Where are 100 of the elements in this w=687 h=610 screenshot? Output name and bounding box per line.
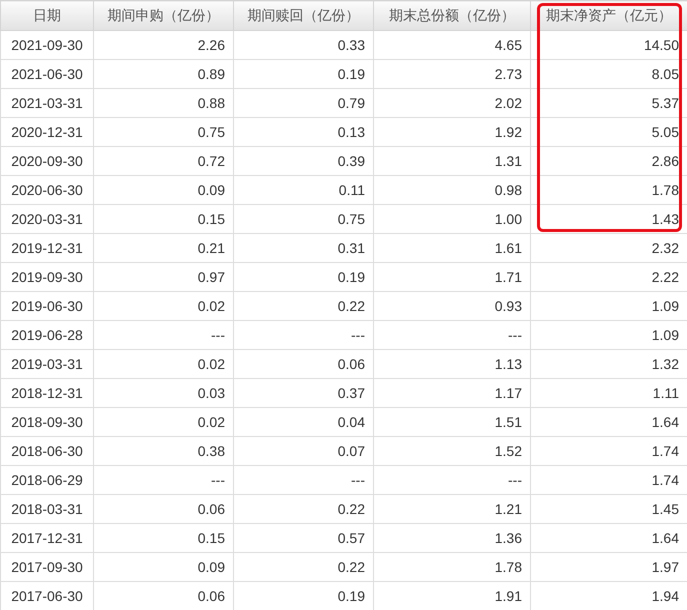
table-cell: 0.79 xyxy=(338,95,365,111)
table-cell: 1.91 xyxy=(494,588,522,604)
table-cell: 0.72 xyxy=(198,153,225,169)
column-header: 期末净资产（亿元） xyxy=(546,6,672,22)
table-cell: --- xyxy=(351,327,365,343)
table-cell: 0.93 xyxy=(494,298,522,314)
table-cell: 1.71 xyxy=(494,269,522,285)
table-cell: 1.09 xyxy=(652,298,679,314)
table-cell: 1.09 xyxy=(652,327,679,343)
table-cell: 2021-06-30 xyxy=(11,66,83,82)
table-cell: 2019-09-30 xyxy=(11,269,83,285)
table-cell: 2018-06-29 xyxy=(11,472,83,488)
table-cell: 2018-06-30 xyxy=(11,443,83,459)
table-cell: 0.19 xyxy=(338,588,365,604)
table-cell: 0.38 xyxy=(198,443,225,459)
column-header: 期末总份额（亿份） xyxy=(389,6,515,22)
table-cell: 2021-09-30 xyxy=(11,37,83,53)
table-cell: 2019-12-31 xyxy=(11,240,83,256)
table-cell: 0.33 xyxy=(338,37,365,53)
table-cell: 1.11 xyxy=(652,385,679,401)
table-cell: 2020-12-31 xyxy=(11,124,83,140)
table-cell: 1.97 xyxy=(652,559,679,575)
table-cell: 0.75 xyxy=(338,211,365,227)
table-cell: 2017-09-30 xyxy=(11,559,83,575)
table-cell: --- xyxy=(351,472,365,488)
table-cell: 0.04 xyxy=(338,414,365,430)
table-cell: 1.64 xyxy=(652,530,679,546)
table-cell: 0.07 xyxy=(338,443,365,459)
table-cell: 0.06 xyxy=(198,501,225,517)
table-cell: 8.05 xyxy=(652,66,679,82)
table-cell: 1.78 xyxy=(494,559,522,575)
table-cell: 0.88 xyxy=(198,95,225,111)
table-cell: --- xyxy=(508,472,522,488)
table-cell: 14.50 xyxy=(644,37,679,53)
table-cell: 1.17 xyxy=(494,385,522,401)
table-cell: 0.21 xyxy=(198,240,225,256)
table-cell: 0.22 xyxy=(338,501,365,517)
table-cell: 0.19 xyxy=(338,269,365,285)
table-cell: 1.43 xyxy=(652,211,679,227)
table-cell: 1.00 xyxy=(494,211,522,227)
table-cell: --- xyxy=(211,472,225,488)
table-cell: 1.36 xyxy=(494,530,522,546)
table-cell: 2020-06-30 xyxy=(11,182,83,198)
table-cell: 1.13 xyxy=(494,356,522,372)
column-header: 期间赎回（亿份） xyxy=(248,6,360,22)
table-cell: 4.65 xyxy=(494,37,522,53)
table-cell: 0.15 xyxy=(198,530,225,546)
table-cell: 2.32 xyxy=(652,240,679,256)
table-cell: 0.09 xyxy=(198,559,225,575)
table-cell: 1.21 xyxy=(494,501,522,517)
table-cell: 0.06 xyxy=(198,588,225,604)
table-cell: --- xyxy=(508,327,522,343)
table-cell: 2.26 xyxy=(198,37,225,53)
table-cell: 5.05 xyxy=(652,124,679,140)
table-cell: 2018-09-30 xyxy=(11,414,83,430)
table-cell: 2017-06-30 xyxy=(11,588,83,604)
column-header: 期间申购（亿份） xyxy=(108,6,220,22)
table-cell: 2.73 xyxy=(494,66,522,82)
table-cell: 0.22 xyxy=(338,298,365,314)
table-cell: 0.02 xyxy=(198,298,225,314)
table-cell: 0.22 xyxy=(338,559,365,575)
table-cell: 0.19 xyxy=(338,66,365,82)
table-cell: 0.06 xyxy=(338,356,365,372)
table-cell: 2018-12-31 xyxy=(11,385,83,401)
table-cell: 2021-03-31 xyxy=(11,95,83,111)
table-cell: 0.09 xyxy=(198,182,225,198)
table-cell: 1.74 xyxy=(652,443,679,459)
table-cell: 0.11 xyxy=(338,182,365,198)
table-cell: 0.89 xyxy=(198,66,225,82)
table-cell: 2.02 xyxy=(494,95,522,111)
table-cell: 1.52 xyxy=(494,443,522,459)
table-cell: 0.39 xyxy=(338,153,365,169)
table-cell: 0.37 xyxy=(338,385,365,401)
table-cell: 2.22 xyxy=(652,269,679,285)
table-cell: 0.98 xyxy=(494,182,522,198)
table-cell: 0.13 xyxy=(338,124,365,140)
table-cell: 0.03 xyxy=(198,385,225,401)
table-cell: 1.94 xyxy=(652,588,679,604)
table-cell: 2.86 xyxy=(652,153,679,169)
table-cell: 1.61 xyxy=(494,240,522,256)
table-cell: 2020-03-31 xyxy=(11,211,83,227)
table-cell: 1.78 xyxy=(652,182,679,198)
table-cell: 1.74 xyxy=(652,472,679,488)
table-cell: 2019-06-30 xyxy=(11,298,83,314)
table-cell: 1.31 xyxy=(494,153,522,169)
table-cell: 0.02 xyxy=(198,356,225,372)
table-cell: 1.32 xyxy=(652,356,679,372)
table-cell: 2017-12-31 xyxy=(11,530,83,546)
table-cell: 1.45 xyxy=(652,501,679,517)
table-cell: 0.15 xyxy=(198,211,225,227)
table-cell: 2019-03-31 xyxy=(11,356,83,372)
table-cell: 2019-06-28 xyxy=(11,327,83,343)
table-cell: 1.92 xyxy=(494,124,522,140)
table-cell: 2020-09-30 xyxy=(11,153,83,169)
table-cell: 0.57 xyxy=(338,530,365,546)
table-cell: 0.02 xyxy=(198,414,225,430)
table-cell: 0.97 xyxy=(198,269,225,285)
table-cell: 1.64 xyxy=(652,414,679,430)
table-cell: 5.37 xyxy=(652,95,679,111)
table-cell: 0.31 xyxy=(338,240,365,256)
